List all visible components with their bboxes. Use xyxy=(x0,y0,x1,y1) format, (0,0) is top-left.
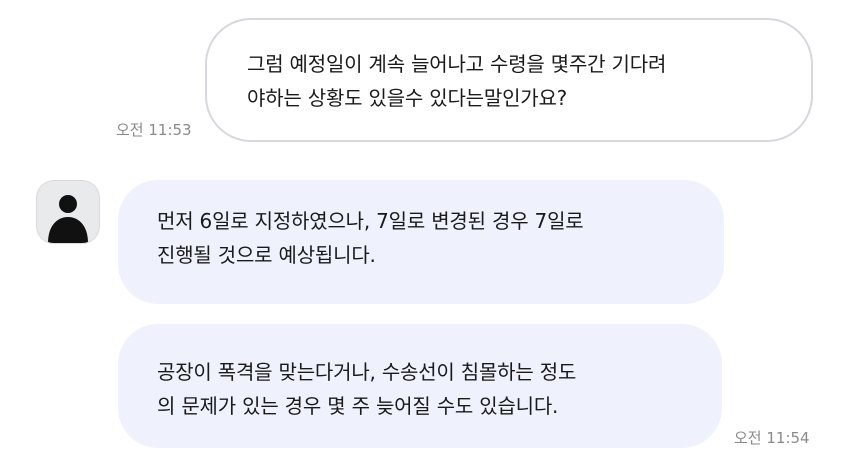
message-text-line: 그럼 예정일이 계속 늘어나고 수령을 몇주간 기다려 xyxy=(247,52,667,76)
avatar[interactable] xyxy=(36,180,100,244)
incoming-message-bubble[interactable]: 공장이 폭격을 맞는다거나, 수송선이 침몰하는 정도 의 문제가 있는 경우 … xyxy=(118,324,722,448)
message-timestamp: 오전 11:53 xyxy=(116,121,192,139)
incoming-message-bubble[interactable]: 먼저 6일로 지정하였으나, 7일로 변경된 경우 7일로 진행될 것으로 예상… xyxy=(118,180,724,304)
message-text-line: 먼저 6일로 지정하였으나, 7일로 변경된 경우 7일로 xyxy=(157,209,584,233)
person-silhouette-icon xyxy=(48,195,88,243)
message-text-line: 의 문제가 있는 경우 몇 주 늦어질 수도 있습니다. xyxy=(157,394,559,418)
message-timestamp: 오전 11:54 xyxy=(734,429,810,447)
message-text-line: 야하는 상황도 있을수 있다는말인가요? xyxy=(247,86,568,110)
outgoing-message-bubble[interactable]: 그럼 예정일이 계속 늘어나고 수령을 몇주간 기다려 야하는 상황도 있을수 … xyxy=(205,18,813,142)
message-text-line: 공장이 폭격을 맞는다거나, 수송선이 침몰하는 정도 xyxy=(157,360,577,384)
message-text-line: 진행될 것으로 예상됩니다. xyxy=(157,243,376,267)
